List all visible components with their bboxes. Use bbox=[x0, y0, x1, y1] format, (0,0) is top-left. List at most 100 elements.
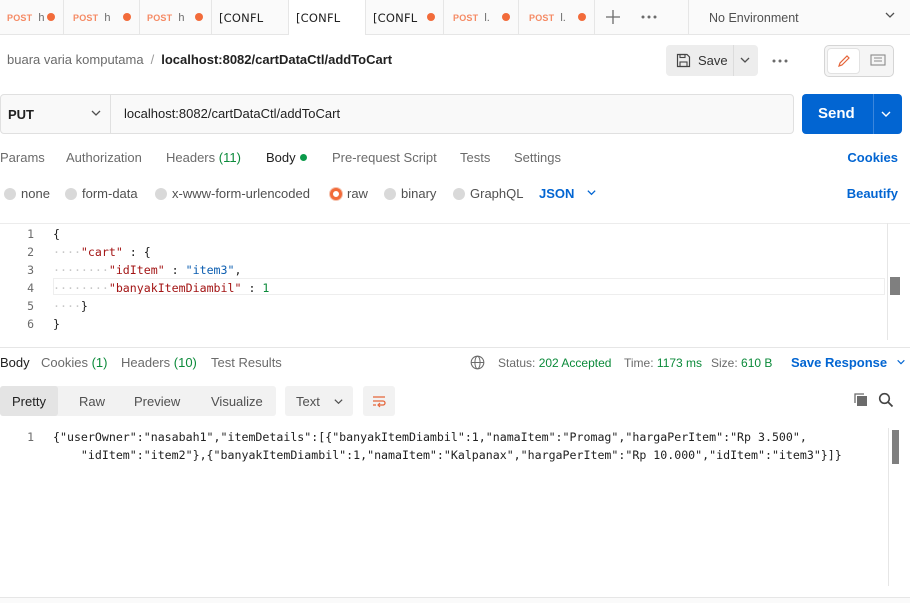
body-active-dot-icon bbox=[299, 154, 307, 161]
request-tabs: Params Authorization Headers (11) Body P… bbox=[0, 150, 910, 170]
tab-response-headers[interactable]: Headers (10) bbox=[121, 355, 197, 370]
view-preview[interactable]: Preview bbox=[122, 386, 192, 416]
editor-scrollbar[interactable] bbox=[890, 277, 900, 295]
save-response-label: Save Response bbox=[791, 355, 888, 370]
tab-authorization[interactable]: Authorization bbox=[66, 150, 142, 165]
radio-binary-label: binary bbox=[401, 186, 437, 201]
response-format-dropdown[interactable]: Text bbox=[285, 386, 353, 416]
request-tab[interactable]: [CONFL bbox=[212, 0, 289, 35]
send-divider bbox=[873, 94, 874, 134]
radio-binary[interactable] bbox=[384, 188, 396, 200]
save-response-button[interactable]: Save Response bbox=[791, 355, 906, 370]
documentation-icon[interactable] bbox=[862, 46, 893, 76]
request-tab[interactable]: POST h bbox=[140, 0, 212, 35]
tab-response-cookies-label: Cookies bbox=[41, 355, 88, 370]
tab-body[interactable]: Body bbox=[266, 150, 307, 165]
editor-scrollbar-track bbox=[887, 223, 888, 340]
search-icon[interactable] bbox=[878, 392, 894, 411]
view-pretty[interactable]: Pretty bbox=[0, 386, 58, 416]
code-line: { bbox=[53, 227, 60, 241]
response-header: Body Cookies (1) Headers (10) Test Resul… bbox=[0, 347, 910, 379]
tab-label: l. bbox=[484, 11, 490, 24]
tab-response-body[interactable]: Body bbox=[0, 355, 30, 370]
headers-count: (10) bbox=[173, 355, 197, 370]
body-format-dropdown[interactable]: JSON bbox=[539, 186, 597, 201]
view-raw[interactable]: Raw bbox=[67, 386, 117, 416]
cookies-link[interactable]: Cookies bbox=[847, 150, 898, 165]
request-tab-bar: POST h POST h POST h [CONFL [CONFL [CONF… bbox=[0, 0, 910, 35]
method-selector[interactable]: PUT bbox=[1, 95, 111, 133]
status-label: Status: bbox=[498, 356, 536, 370]
globe-icon[interactable] bbox=[470, 355, 485, 373]
tab-tools bbox=[595, 0, 667, 34]
tab-label: [CONFL bbox=[373, 10, 418, 25]
send-button[interactable]: Send bbox=[802, 94, 902, 134]
radio-raw[interactable] bbox=[330, 188, 342, 200]
tab-prerequest-script[interactable]: Pre-request Script bbox=[332, 150, 437, 165]
json-key: "cart" bbox=[80, 245, 123, 259]
more-tabs-icon[interactable] bbox=[631, 0, 667, 35]
chevron-down-icon bbox=[884, 9, 896, 24]
edit-pencil-icon[interactable] bbox=[827, 48, 860, 74]
response-line: {"userOwner":"nasabah1","itemDetails":[{… bbox=[53, 430, 807, 444]
chevron-down-icon bbox=[333, 395, 344, 410]
cookies-count: (1) bbox=[91, 355, 108, 370]
tab-settings[interactable]: Settings bbox=[514, 150, 561, 165]
breadcrumb-request[interactable]: localhost:8082/cartDataCtl/addToCart bbox=[161, 52, 392, 67]
status-bar bbox=[0, 597, 910, 603]
tab-response-cookies[interactable]: Cookies (1) bbox=[41, 355, 107, 370]
request-tab[interactable]: POST h bbox=[64, 0, 140, 35]
request-tab[interactable]: POST h bbox=[0, 0, 64, 35]
tab-label: l. bbox=[560, 11, 566, 24]
tab-test-results[interactable]: Test Results bbox=[211, 355, 282, 370]
beautify-link[interactable]: Beautify bbox=[847, 186, 898, 201]
response-line: "idItem":"item2"},{"banyakItemDiambil":1… bbox=[53, 448, 842, 462]
response-format-label: Text bbox=[296, 393, 320, 409]
url-input[interactable]: localhost:8082/cartDataCtl/addToCart bbox=[124, 106, 340, 121]
body-type-selector: none form-data x-www-form-urlencoded raw… bbox=[0, 186, 910, 204]
more-options-icon[interactable] bbox=[772, 50, 788, 67]
save-options-chevron-icon[interactable] bbox=[739, 54, 751, 69]
response-body[interactable]: 1 {"userOwner":"nasabah1","itemDetails":… bbox=[0, 428, 910, 588]
wrap-lines-icon[interactable] bbox=[363, 386, 395, 416]
tab-params[interactable]: Params bbox=[0, 150, 45, 165]
send-options-chevron-icon[interactable] bbox=[880, 107, 892, 124]
save-icon bbox=[676, 53, 691, 68]
view-visualize[interactable]: Visualize bbox=[199, 386, 275, 416]
breadcrumb-collection[interactable]: buara varia komputama bbox=[7, 52, 144, 67]
unsaved-dot-icon bbox=[502, 13, 510, 21]
radio-urlencoded-label: x-www-form-urlencoded bbox=[172, 186, 310, 201]
tab-tests[interactable]: Tests bbox=[460, 150, 490, 165]
size-label: Size: bbox=[711, 356, 738, 370]
request-tab[interactable]: [CONFL bbox=[366, 0, 444, 35]
radio-graphql[interactable] bbox=[453, 188, 465, 200]
new-tab-plus-icon[interactable] bbox=[595, 0, 631, 35]
tab-method: POST bbox=[73, 12, 99, 23]
radio-form-data[interactable] bbox=[65, 188, 77, 200]
unsaved-dot-icon bbox=[578, 13, 586, 21]
request-tab-active[interactable]: [CONFL bbox=[289, 0, 366, 35]
json-key: "idItem" bbox=[108, 263, 165, 277]
radio-none-label: none bbox=[21, 186, 50, 201]
tab-response-headers-label: Headers bbox=[121, 355, 171, 370]
tab-method: POST bbox=[453, 12, 479, 23]
request-tab[interactable]: POST l. bbox=[519, 0, 595, 35]
tab-label: h bbox=[38, 11, 45, 24]
radio-urlencoded[interactable] bbox=[155, 188, 167, 200]
copy-icon[interactable] bbox=[853, 392, 869, 411]
line-number: 1 bbox=[27, 430, 34, 444]
line-number: 4 bbox=[27, 281, 34, 295]
environment-selector[interactable]: No Environment bbox=[688, 0, 910, 35]
unsaved-dot-icon bbox=[427, 13, 435, 21]
request-tab[interactable]: POST l. bbox=[444, 0, 519, 35]
response-status: Status: 202 Accepted bbox=[498, 356, 611, 370]
breadcrumb: buara varia komputama / localhost:8082/car… bbox=[7, 52, 392, 67]
tab-label: h bbox=[104, 11, 111, 24]
save-button[interactable]: Save bbox=[666, 45, 758, 76]
breadcrumb-separator: / bbox=[150, 52, 155, 67]
code-line: } bbox=[53, 317, 60, 331]
body-format-label: JSON bbox=[539, 186, 575, 201]
tab-headers[interactable]: Headers (11) bbox=[166, 150, 241, 165]
response-scrollbar[interactable] bbox=[892, 430, 899, 464]
radio-none[interactable] bbox=[4, 188, 16, 200]
